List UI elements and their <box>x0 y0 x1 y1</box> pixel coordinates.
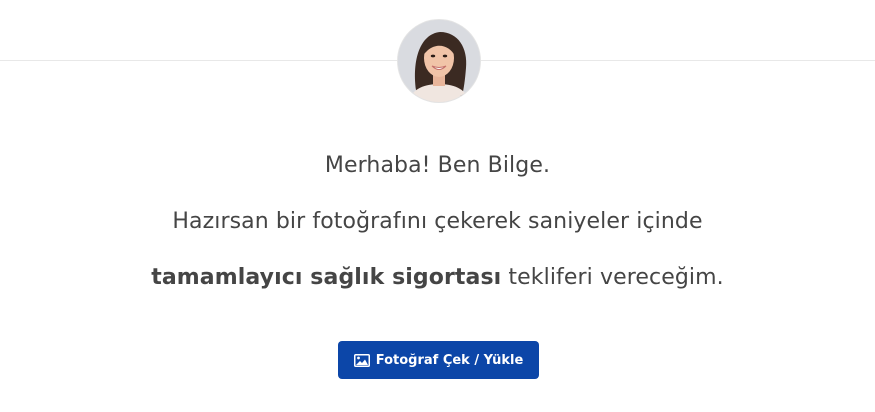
photo-upload-label: Fotoğraf Çek / Yükle <box>375 352 524 368</box>
greeting-line-1: Merhaba! Ben Bilge. <box>324 153 551 178</box>
greeting-line-3-rest: tekliferi vereceğim. <box>501 265 724 290</box>
greeting-highlight: tamamlayıcı sağlık sigortası <box>151 265 502 290</box>
greeting-block: Merhaba! Ben Bilge. Hazırsan bir fotoğra… <box>0 144 875 312</box>
greeting-line-3: tamamlayıcı sağlık sigortası tekliferi v… <box>0 256 875 312</box>
assistant-avatar <box>398 20 480 102</box>
avatar-portrait <box>398 20 480 102</box>
image-icon <box>353 353 370 367</box>
photo-upload-button[interactable]: Fotoğraf Çek / Yükle <box>338 341 539 379</box>
greeting-line-2: Hazırsan bir fotoğrafını çekerek saniyel… <box>172 209 703 234</box>
